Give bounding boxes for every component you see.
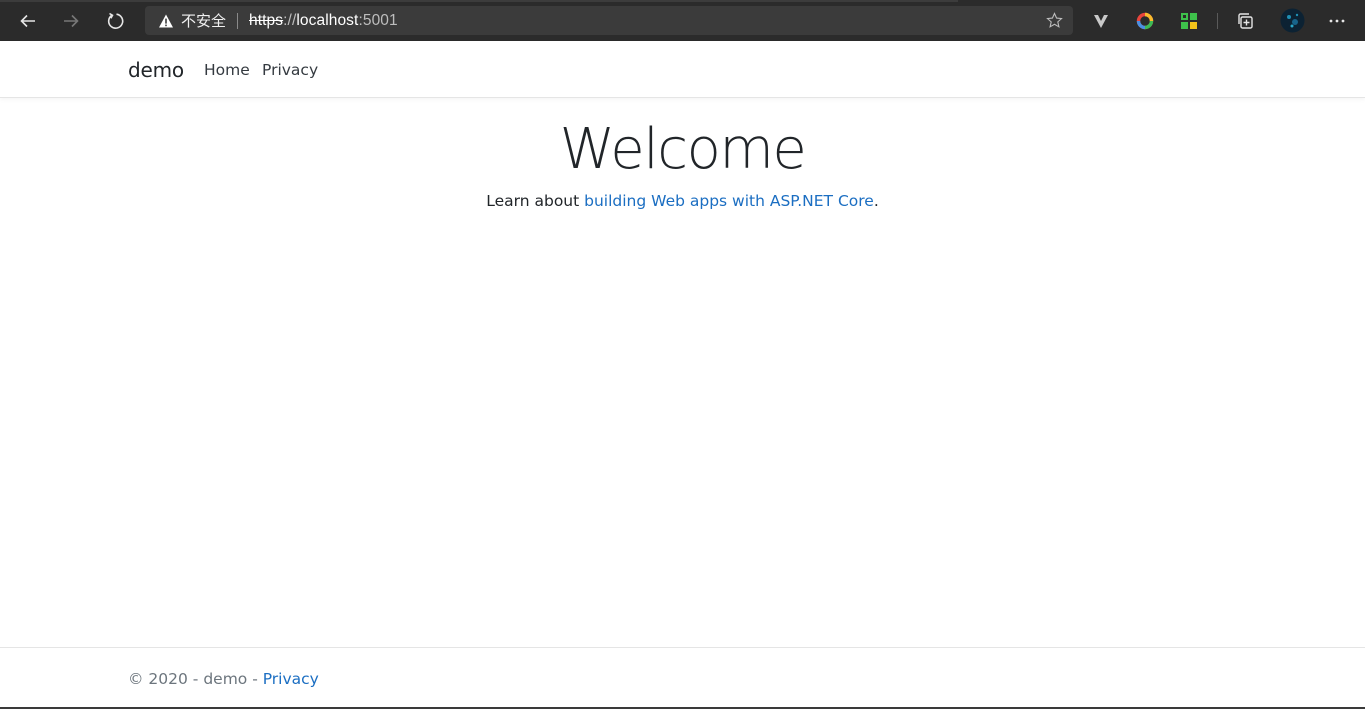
reload-icon <box>107 12 124 29</box>
toolbar-separator <box>1217 13 1218 29</box>
brand-link[interactable]: demo <box>128 58 184 82</box>
url-text[interactable]: https://localhost:5001 <box>249 12 398 30</box>
grid-extension-icon[interactable] <box>1178 10 1200 32</box>
url-host: localhost <box>296 11 359 29</box>
address-bar[interactable]: 不安全 https://localhost:5001 <box>145 6 1073 35</box>
footer-privacy-link[interactable]: Privacy <box>263 670 319 688</box>
aspnet-docs-link[interactable]: building Web apps with ASP.NET Core <box>584 192 874 210</box>
nav-link-privacy[interactable]: Privacy <box>262 61 318 79</box>
arrow-right-icon <box>64 14 79 27</box>
reload-button[interactable] <box>96 4 134 38</box>
profile-avatar-icon[interactable] <box>1280 8 1305 33</box>
back-button[interactable] <box>9 4 47 38</box>
warning-icon[interactable] <box>158 13 174 29</box>
more-icon[interactable] <box>1326 10 1348 32</box>
site-footer: © 2020 - demo - Privacy <box>0 647 1365 709</box>
v-extension-icon[interactable] <box>1090 10 1112 32</box>
footer-copyright-text: © 2020 - demo - <box>128 670 263 688</box>
page-title: Welcome <box>559 117 807 182</box>
lead-paragraph: Learn about building Web apps with ASP.N… <box>0 192 1365 210</box>
lead-suffix: . <box>873 192 879 210</box>
forward-button[interactable] <box>52 4 90 38</box>
arrow-left-icon <box>20 14 35 27</box>
footer-copyright: © 2020 - demo - Privacy <box>128 670 319 688</box>
star-icon[interactable] <box>1046 12 1063 29</box>
lead-prefix: Learn about <box>486 192 585 210</box>
nav-link-home[interactable]: Home <box>204 61 250 79</box>
collections-icon[interactable] <box>1235 10 1257 32</box>
site-navbar: demo Home Privacy <box>0 41 1365 98</box>
url-separator: :// <box>283 11 297 29</box>
browser-toolbar: 不安全 https://localhost:5001 <box>0 0 1365 41</box>
security-status-label[interactable]: 不安全 <box>181 10 226 31</box>
url-scheme: https <box>249 11 284 29</box>
tab-strip-edge <box>0 0 958 2</box>
url-port: :5001 <box>358 11 398 29</box>
ring-extension-icon[interactable] <box>1134 10 1156 32</box>
address-separator <box>237 12 239 29</box>
